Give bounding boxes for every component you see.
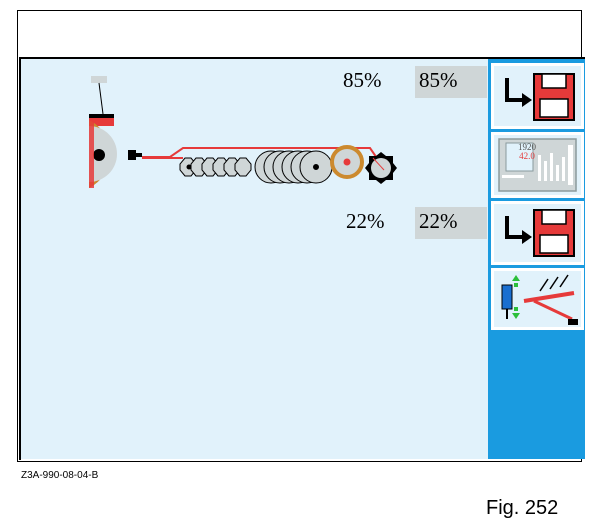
hydraulic-implement-button[interactable] xyxy=(491,268,584,330)
panel-bottom-reading: 42.0 xyxy=(519,151,535,161)
disc-roller-icon xyxy=(254,150,333,184)
figure-label: Fig. 252 xyxy=(486,497,559,519)
save-button-lower[interactable] xyxy=(491,201,584,265)
save-button-upper[interactable] xyxy=(491,63,584,129)
lower-depth-value: 22% xyxy=(346,209,385,233)
save-disk-icon xyxy=(505,209,575,257)
upper-depth-value: 85% xyxy=(343,68,382,92)
packer-roller-icon xyxy=(330,145,364,179)
lower-depth-value-box[interactable]: 22% xyxy=(415,207,487,239)
figure-code: Z3A-990-08-04-B xyxy=(21,470,99,481)
crumbler-roller-icon xyxy=(365,152,397,184)
disc-harrow-icon xyxy=(179,157,252,177)
tractor-wheel-icon xyxy=(89,76,117,188)
control-panel-button[interactable]: 1920 42.0 xyxy=(491,132,584,198)
hitch-icon xyxy=(128,150,142,160)
upper-depth-value-box[interactable]: 85% xyxy=(415,66,487,98)
save-disk-icon xyxy=(505,73,575,121)
hydraulic-implement-icon xyxy=(501,274,578,325)
control-panel-icon: 1920 42.0 xyxy=(498,138,577,192)
